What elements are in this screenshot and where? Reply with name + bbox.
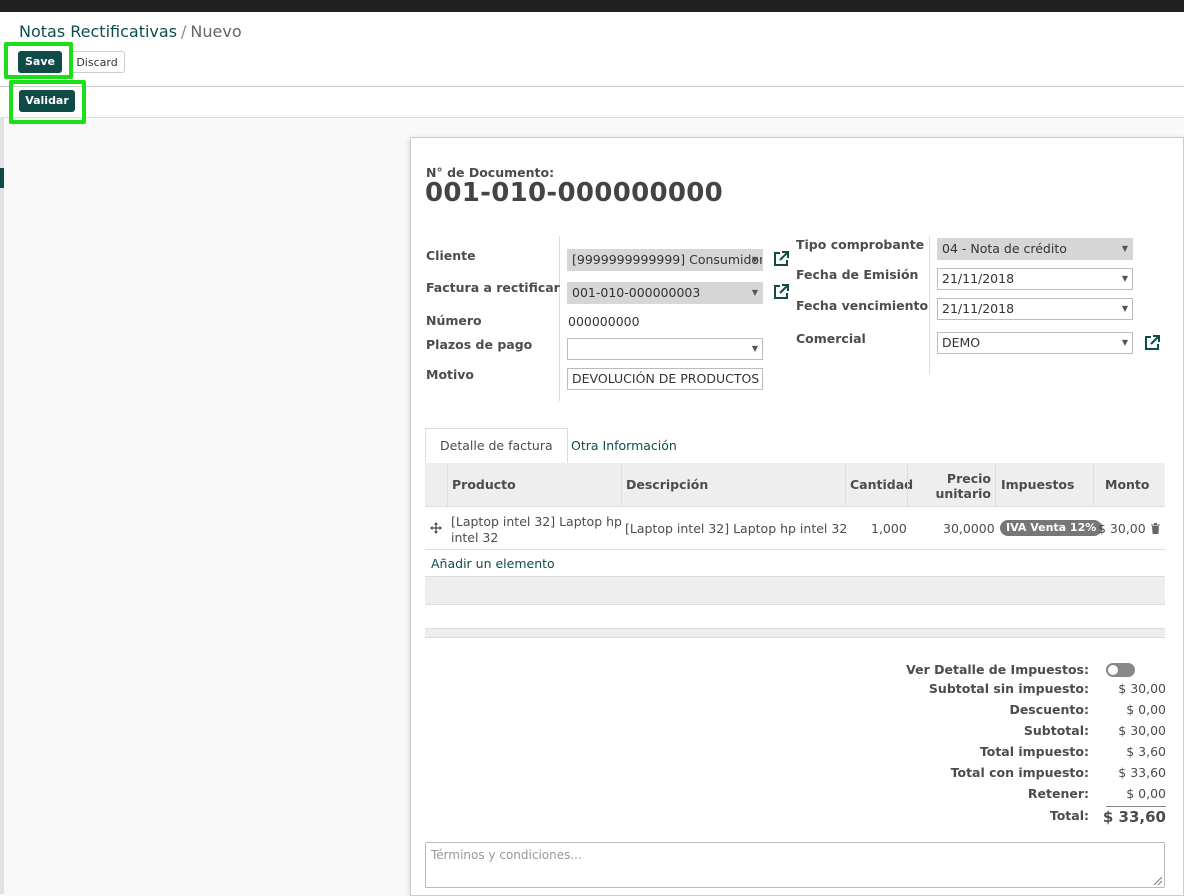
left-edge <box>0 118 4 894</box>
left-edge-marker <box>0 168 4 188</box>
vencimiento-label: Fecha vencimiento <box>796 298 929 313</box>
col-precio-line2: unitario <box>935 486 991 501</box>
total-impuesto-value: $ 3,60 <box>1126 744 1166 759</box>
external-link-icon[interactable] <box>772 250 790 268</box>
chevron-down-icon: ▼ <box>1121 244 1128 253</box>
document-number: 001-010-000000000 <box>425 178 724 208</box>
motivo-label: Motivo <box>426 367 475 382</box>
factura-select[interactable]: 001-010-000000003 ▼ <box>567 282 763 304</box>
cell-monto: $ 30,00 <box>1098 521 1146 536</box>
tax-detail-toggle[interactable] <box>1106 663 1135 677</box>
discard-button[interactable]: Discard <box>69 51 125 73</box>
table-header: Producto Descripción Cantidad Precio uni… <box>425 463 1165 507</box>
statusbar: Validar <box>0 87 1184 118</box>
resize-handle-icon[interactable] <box>1152 875 1162 885</box>
chevron-down-icon: ▼ <box>1121 304 1128 313</box>
factura-label: Factura a rectificar <box>426 280 560 295</box>
cliente-value: [9999999999999] Consumidor Final <box>572 252 763 267</box>
subtotal-value: $ 30,00 <box>1118 723 1166 738</box>
group-divider-left <box>559 236 560 401</box>
tipo-label: Tipo comprobante <box>796 237 925 252</box>
ver-detalle-label: Ver Detalle de Impuestos: <box>906 662 1089 677</box>
col-monto[interactable]: Monto <box>1093 463 1150 506</box>
subtotal-sin-label: Subtotal sin impuesto: <box>928 681 1089 696</box>
col-impuestos[interactable]: Impuestos <box>995 463 1093 506</box>
table-footer <box>425 628 1165 638</box>
breadcrumb-parent[interactable]: Notas Rectificativas <box>19 22 177 41</box>
vencimiento-date-input[interactable]: 21/11/2018 ▼ <box>937 298 1133 320</box>
col-precio-unitario[interactable]: Precio unitario <box>907 463 995 506</box>
chevron-down-icon: ▼ <box>751 344 758 353</box>
comercial-select[interactable]: DEMO ▼ <box>937 332 1133 354</box>
total-con-impuesto-value: $ 33,60 <box>1118 765 1166 780</box>
total-value: $ 33,60 <box>1102 808 1166 826</box>
terms-placeholder: Términos y condiciones... <box>431 848 582 862</box>
empty-row <box>425 576 1165 605</box>
plazos-select[interactable]: ▼ <box>567 338 763 360</box>
motivo-value: DEVOLUCIÓN DE PRODUCTOS <box>572 371 760 386</box>
cell-precio: 30,0000 <box>943 521 995 536</box>
col-descripcion[interactable]: Descripción <box>621 463 845 506</box>
subtotal-label: Subtotal: <box>1023 723 1089 738</box>
control-panel: Notas Rectificativas / Nuevo Save Discard <box>0 12 1184 87</box>
cell-cantidad: 1,000 <box>871 521 907 536</box>
external-link-icon[interactable] <box>1143 334 1161 352</box>
tab-otra-informacion[interactable]: Otra Información <box>556 428 692 464</box>
retener-value: $ 0,00 <box>1126 786 1166 801</box>
subtotal-sin-value: $ 30,00 <box>1118 681 1166 696</box>
drag-handle-icon[interactable] <box>430 522 442 534</box>
vencimiento-value: 21/11/2018 <box>942 301 1015 316</box>
tax-badge: IVA Venta 12% <box>1000 520 1103 536</box>
chevron-down-icon: ▼ <box>751 255 758 264</box>
cliente-label: Cliente <box>426 248 476 263</box>
external-link-icon[interactable] <box>772 283 790 301</box>
total-con-impuesto-label: Total con impuesto: <box>950 765 1089 780</box>
descuento-value: $ 0,00 <box>1126 702 1166 717</box>
form-sheet: N° de Documento: 001-010-000000000 Clien… <box>410 137 1184 896</box>
terms-textarea[interactable]: Términos y condiciones... <box>425 842 1165 888</box>
numero-value: 000000000 <box>568 314 640 329</box>
group-divider-right <box>929 236 930 374</box>
total-label: Total: <box>1049 808 1089 823</box>
total-divider <box>1106 806 1166 807</box>
chevron-down-icon: ▼ <box>1121 338 1128 347</box>
col-precio-line1: Precio <box>946 471 991 486</box>
breadcrumb-current: Nuevo <box>190 22 242 41</box>
save-highlight <box>4 42 73 79</box>
breadcrumb-separator: / <box>181 22 187 41</box>
cell-producto-line2: intel 32 <box>451 530 499 545</box>
col-cantidad[interactable]: Cantidad <box>845 463 913 506</box>
tab-detalle-factura[interactable]: Detalle de factura <box>425 428 568 464</box>
total-impuesto-label: Total impuesto: <box>979 744 1089 759</box>
emision-label: Fecha de Emisión <box>796 267 919 282</box>
breadcrumb: Notas Rectificativas / Nuevo <box>19 22 242 41</box>
numero-label: Número <box>426 313 482 328</box>
retener-label: Retener: <box>1027 786 1089 801</box>
plazos-label: Plazos de pago <box>426 337 533 352</box>
comercial-label: Comercial <box>796 331 866 346</box>
add-line-link[interactable]: Añadir un elemento <box>431 556 555 571</box>
chevron-down-icon: ▼ <box>751 288 758 297</box>
toggle-knob <box>1108 665 1118 675</box>
top-navbar <box>0 0 1184 12</box>
factura-value: 001-010-000000003 <box>572 285 701 300</box>
col-producto[interactable]: Producto <box>447 463 621 506</box>
tipo-value: 04 - Nota de crédito <box>942 241 1067 256</box>
trash-icon[interactable] <box>1151 523 1160 534</box>
emision-value: 21/11/2018 <box>942 271 1015 286</box>
motivo-input[interactable]: DEVOLUCIÓN DE PRODUCTOS <box>567 368 763 390</box>
validar-highlight <box>9 80 86 124</box>
cell-descripcion: [Laptop intel 32] Laptop hp intel 32 <box>625 521 848 536</box>
emision-date-input[interactable]: 21/11/2018 ▼ <box>937 268 1133 290</box>
chevron-down-icon: ▼ <box>1121 274 1128 283</box>
cliente-select[interactable]: [9999999999999] Consumidor Final ▼ <box>567 249 763 271</box>
descuento-label: Descuento: <box>1009 702 1089 717</box>
cell-producto-line1: [Laptop intel 32] Laptop hp <box>451 514 622 529</box>
comercial-value: DEMO <box>942 335 981 350</box>
tipo-select[interactable]: 04 - Nota de crédito ▼ <box>937 238 1133 260</box>
